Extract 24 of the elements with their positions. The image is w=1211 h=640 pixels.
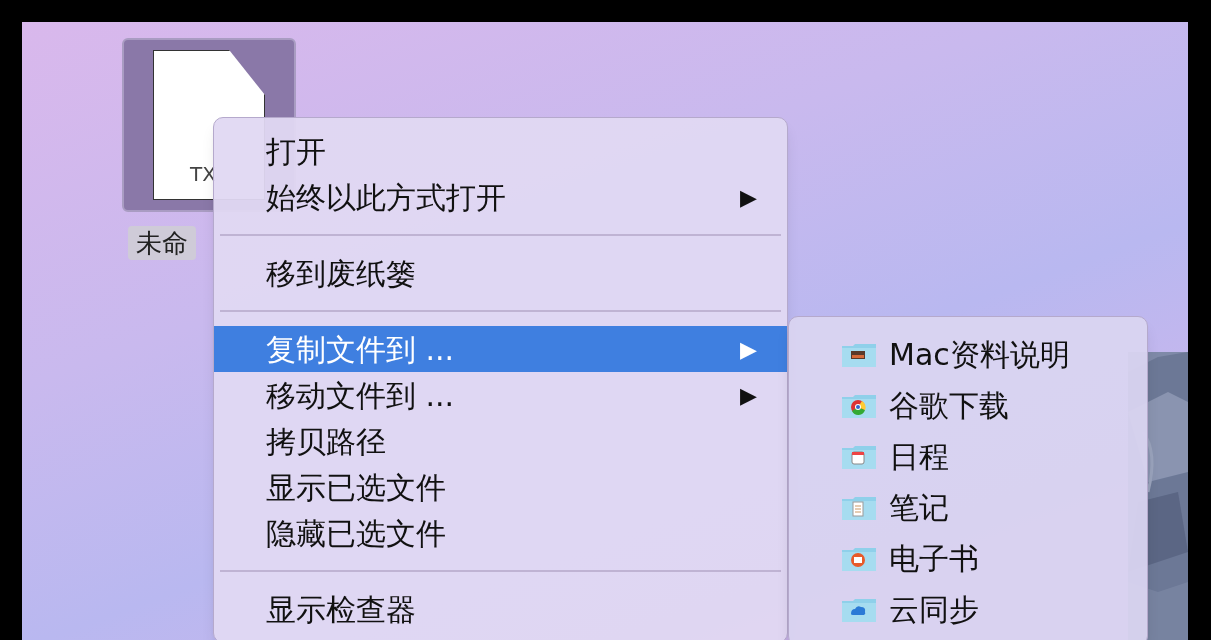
menu-item[interactable]: 复制文件到 ... ▶ — [214, 326, 787, 372]
submenu-arrow-icon: ▶ — [740, 378, 757, 412]
submenu-item[interactable]: 笔记 — [789, 482, 1147, 533]
submenu-arrow-icon: ▶ — [740, 332, 757, 366]
file-type-label: TX — [190, 161, 216, 188]
menu-item[interactable]: 拷贝路径 — [214, 418, 787, 464]
folder-icon — [841, 392, 877, 419]
submenu-item[interactable]: Mac资料说明 — [789, 329, 1147, 380]
folder-icon — [841, 494, 877, 521]
folder-icon — [841, 443, 877, 470]
folder-icon — [841, 596, 877, 623]
menu-item[interactable]: 显示检查器 — [214, 586, 787, 632]
file-name: 未命 — [128, 226, 196, 260]
submenu-item[interactable]: 日程 — [789, 431, 1147, 482]
folder-icon — [841, 545, 877, 572]
menu-item[interactable]: 显示已选文件 — [214, 464, 787, 510]
submenu-item[interactable]: 电子书 — [789, 533, 1147, 584]
menu-item[interactable]: 移动文件到 ... ▶ — [214, 372, 787, 418]
submenu-item[interactable]: 谷歌下载 — [789, 380, 1147, 431]
menu-item[interactable]: 移到废纸篓 — [214, 250, 787, 296]
submenu-arrow-icon: ▶ — [740, 180, 757, 214]
submenu-item[interactable]: 云同步 — [789, 584, 1147, 635]
menu-item[interactable]: 隐藏已选文件 — [214, 510, 787, 556]
folder-icon — [841, 341, 877, 368]
